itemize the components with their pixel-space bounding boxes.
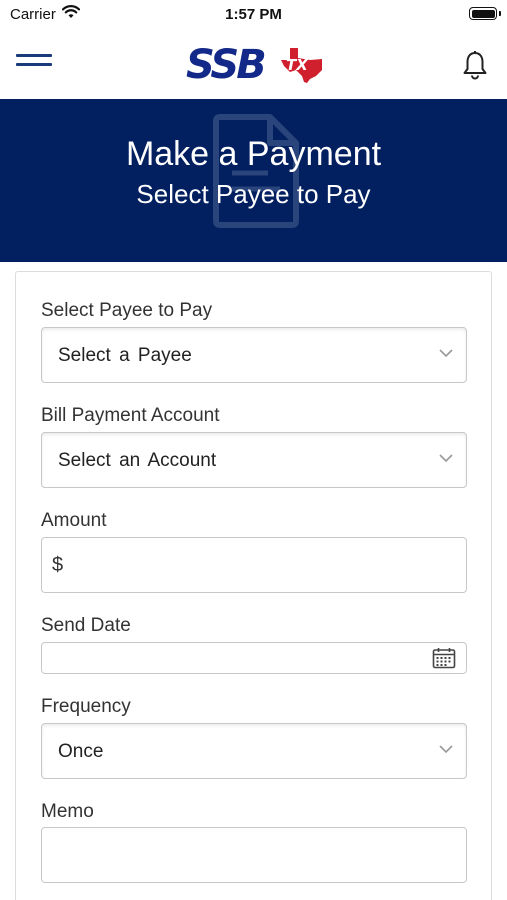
account-select[interactable]: Select an Account: [41, 432, 467, 488]
chevron-down-icon: [439, 349, 453, 358]
chevron-down-icon: [439, 454, 453, 463]
page-title: Make a Payment: [125, 135, 382, 173]
frequency-select-value: Once: [58, 741, 104, 762]
page-subtitle: Select Payee to Pay: [136, 179, 371, 209]
clock-time: 1:57 PM: [225, 6, 282, 23]
payee-label: Select Payee to Pay: [41, 300, 213, 321]
logo-text: SSB: [186, 42, 267, 88]
ssb-logo: SSB TX: [184, 42, 326, 90]
bell-icon[interactable]: [461, 50, 489, 80]
battery-tip: [499, 11, 501, 16]
payee-select[interactable]: Select a Payee: [41, 327, 467, 383]
status-bar: Carrier 1:57 PM: [0, 0, 507, 30]
chevron-down-icon: [439, 745, 453, 754]
memo-input[interactable]: [41, 827, 467, 883]
frequency-label: Frequency: [41, 696, 131, 717]
amount-label: Amount: [41, 510, 107, 531]
nav-bar: SSB TX: [0, 30, 507, 99]
account-select-value: Select an Account: [58, 450, 217, 471]
currency-prefix: $: [52, 554, 64, 576]
hamburger-menu-icon[interactable]: [16, 54, 54, 76]
payee-select-value: Select a Payee: [58, 345, 192, 366]
battery-icon: [469, 7, 497, 20]
send-date-input[interactable]: [41, 642, 467, 674]
logo-badge-text: TX: [286, 56, 308, 74]
frequency-select[interactable]: Once: [41, 723, 467, 779]
hero-banner: Make a Payment Select Payee to Pay: [0, 99, 507, 262]
account-label: Bill Payment Account: [41, 405, 220, 426]
send-date-label: Send Date: [41, 615, 131, 636]
calendar-icon[interactable]: [432, 647, 456, 669]
amount-input[interactable]: $: [41, 537, 467, 593]
memo-label: Memo: [41, 801, 94, 822]
